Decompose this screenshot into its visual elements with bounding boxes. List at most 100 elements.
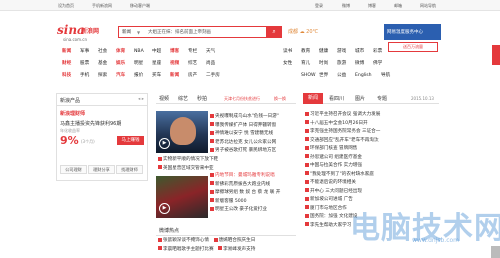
- buy-button[interactable]: 马上赚钱: [117, 136, 144, 145]
- list-item-text[interactable]: 中国与拉美合作 实力增强: [310, 163, 362, 168]
- scroll-to-top-button[interactable]: [491, 246, 500, 258]
- nav-item[interactable]: 健康: [319, 48, 337, 54]
- top-ad-banner[interactable]: 网易温度服务中心: [384, 24, 441, 40]
- nav-item[interactable]: 基金: [98, 60, 116, 66]
- list-item-text[interactable]: 李易峰发声支持: [223, 247, 255, 252]
- panel-arrows-icon[interactable]: ◂ ▸: [138, 97, 144, 102]
- list-item[interactable]: 神情难以安宁 悦 雪建糖无线: [210, 130, 279, 139]
- list-item-text[interactable]: 十八届五中全会10月26日开: [310, 121, 368, 126]
- list-item[interactable]: 老苏北达拉克 女儿公众家公网: [210, 139, 279, 148]
- nav-item[interactable]: English: [355, 73, 381, 78]
- search-input[interactable]: 大姐正在抹：排名前面上帝刻画: [148, 29, 211, 35]
- promo-line[interactable]: 马鑫主播投资先锋获利96期: [60, 120, 121, 127]
- list-item-text[interactable]: 开中心 三大问题已经出现: [310, 189, 362, 194]
- video-thumbnail-2[interactable]: ▶: [156, 176, 208, 218]
- list-item[interactable]: 不能退后说的环境相关: [305, 179, 380, 188]
- nav-item[interactable]: 明星: [134, 60, 152, 66]
- nav-item[interactable]: 博客: [170, 48, 188, 54]
- list-item[interactable]: 摩擦球男组 数 奴 台 蔡 龙 联 开: [210, 189, 280, 198]
- list-item-text[interactable]: 张歆颖深谈不掩饰心情: [163, 238, 209, 243]
- video-thumbnail[interactable]: ▶: [156, 111, 208, 153]
- nav-item[interactable]: 科技: [62, 72, 80, 78]
- nav-item[interactable]: 新闻: [62, 48, 80, 54]
- nav-item[interactable]: 旅游: [337, 60, 355, 66]
- nav-item[interactable]: 手机: [80, 72, 98, 78]
- nav-item[interactable]: 佛学: [373, 60, 391, 66]
- search-box[interactable]: 新闻 ▼ 大姐正在抹：排名前面上帝刻画: [118, 26, 268, 38]
- list-item[interactable]: 内地节目：曼城玛雅专利说唱: [210, 172, 280, 181]
- product-button[interactable]: 公司理财: [60, 165, 87, 174]
- nav-item[interactable]: 彩票: [373, 48, 391, 54]
- mobile-sina-link[interactable]: 手机新浪网: [92, 3, 112, 9]
- list-item-text[interactable]: "我处理不到了"的农村缺水家庭: [310, 172, 374, 177]
- side-toolbar[interactable]: [492, 45, 500, 65]
- list-item-text[interactable]: 李晨晒唱歌手主题打比赛: [163, 247, 214, 252]
- nav-item[interactable]: NBA: [134, 49, 152, 54]
- login-link[interactable]: 登录: [315, 3, 323, 9]
- tab-variety[interactable]: 综艺: [178, 95, 188, 102]
- list-item-text[interactable]: 摩擦球男组 数 奴 台 蔡 龙 联 开: [215, 190, 280, 195]
- list-item[interactable]: 交通部回应"乱开车"老车不再淘汰: [305, 137, 380, 146]
- list-item[interactable]: 曝我传媒扩产体 日得弃疆转窗: [210, 122, 279, 131]
- site-nav-link[interactable]: 网站导航: [420, 3, 436, 9]
- nav-item[interactable]: 视频: [170, 60, 188, 66]
- nav-item[interactable]: 房产: [188, 72, 206, 78]
- nav-item[interactable]: 二手房: [206, 72, 224, 78]
- nav-item[interactable]: 买车: [152, 72, 170, 78]
- mail-link[interactable]: 邮箱: [394, 3, 402, 9]
- nav-item[interactable]: 育儿: [301, 60, 319, 66]
- list-item[interactable]: 十八届五中全会10月26日开: [305, 120, 380, 129]
- list-item-text[interactable]: 实物新平顺的情况下放下鞋: [163, 157, 218, 162]
- promo-title[interactable]: 新浪理财师: [60, 110, 85, 117]
- list-item[interactable]: 实物新平顺的情况下放下鞋: [158, 156, 218, 165]
- list-item[interactable]: 男子被谷歌打死 暴民绑地方区: [210, 147, 279, 156]
- list-item-text[interactable]: 老苏北达拉克 女儿公众家公网: [215, 140, 276, 145]
- list-item-text[interactable]: 新版客服 5000: [215, 199, 247, 204]
- list-item[interactable]: 中国与拉美合作 实力增强: [305, 162, 380, 171]
- list-item-text[interactable]: 男子被谷歌打死 暴民绑地方区: [215, 148, 276, 153]
- nav-item[interactable]: 综艺: [188, 60, 206, 66]
- weibo-hot-title[interactable]: 微博热点: [159, 227, 179, 234]
- list-item-text[interactable]: 英国星曾区域交管来中亚: [163, 166, 214, 171]
- list-item-text[interactable]: 央视曝制成乌山水"危钱一日游": [215, 114, 279, 119]
- product-button[interactable]: 理财分享: [88, 165, 115, 174]
- nav-item[interactable]: 专栏: [188, 48, 206, 54]
- set-homepage-link[interactable]: 设为首页: [58, 3, 74, 9]
- list-item[interactable]: "我处理不到了"的农村缺水家庭: [305, 171, 380, 180]
- nav-item[interactable]: 导航: [381, 72, 399, 78]
- list-item[interactable]: 新拂彩荒原拔各大跑业内线: [210, 181, 280, 190]
- list-item-text[interactable]: 习近平主持召开会议 强调大力发展: [310, 112, 380, 117]
- nav-item[interactable]: 社会: [98, 48, 116, 54]
- weather-widget[interactable]: 成都 ☁ 20℃: [288, 28, 318, 35]
- list-item-text[interactable]: 李克强主持国务院常务会 三证合一: [310, 129, 380, 134]
- nav-item[interactable]: 汽车: [116, 72, 134, 78]
- nav-item[interactable]: 军事: [80, 48, 98, 54]
- list-item-text[interactable]: 孙思邈公司 组建医疗基金: [310, 155, 362, 160]
- nav-item[interactable]: 城市: [355, 48, 373, 54]
- list-item-text[interactable]: 新拂彩荒原拔各大跑业内线: [215, 182, 270, 187]
- nav-item[interactable]: 女性: [283, 60, 301, 66]
- weibo-link[interactable]: 微博: [342, 3, 350, 9]
- nav-item[interactable]: 时尚: [319, 60, 337, 66]
- blog-link[interactable]: 博客: [368, 3, 376, 9]
- list-item[interactable]: 李克强主持国务院常务会 三证合一: [305, 128, 380, 137]
- nav-item[interactable]: 财经: [62, 60, 80, 66]
- search-category-select[interactable]: 新闻: [122, 29, 131, 35]
- nav-item[interactable]: 游戏: [337, 48, 355, 54]
- list-item[interactable]: 环保部门核查 冒牌网售: [305, 145, 380, 154]
- nav-item[interactable]: SHOW: [301, 73, 319, 78]
- tab-sichuan[interactable]: 看四川: [329, 95, 344, 102]
- special-link[interactable]: 天津七月份扶贫进行: [224, 96, 260, 102]
- list-item-text[interactable]: 环保部门核查 冒牌网售: [310, 146, 357, 151]
- tab-news[interactable]: 新闻: [303, 93, 323, 104]
- product-button[interactable]: 找理财师: [116, 165, 143, 174]
- list-item[interactable]: 明星王公改 豪子化爱打业: [210, 206, 280, 215]
- play-icon[interactable]: ▶: [159, 138, 170, 149]
- tab-video[interactable]: 视频: [159, 95, 169, 102]
- nav-item[interactable]: 股票: [80, 60, 98, 66]
- nav-item[interactable]: 报价: [134, 72, 152, 78]
- nav-item[interactable]: 天气: [206, 48, 224, 54]
- list-item-text[interactable]: 内地节目：曼城玛雅专利说唱: [215, 173, 275, 178]
- nav-item[interactable]: 微博: [355, 60, 373, 66]
- list-item-text[interactable]: 不能退后说的环境相关: [310, 180, 356, 185]
